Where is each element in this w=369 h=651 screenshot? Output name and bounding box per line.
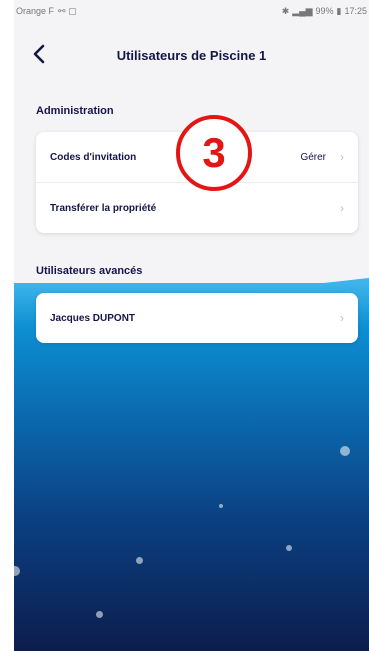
signal-icon: ▂▄▆ xyxy=(292,6,313,16)
bubble xyxy=(96,611,103,618)
bluetooth-icon: ✱ xyxy=(281,6,290,16)
page-title: Utilisateurs de Piscine 1 xyxy=(116,48,267,63)
network-icon: ⚯ ▢ xyxy=(58,6,77,16)
bubble xyxy=(219,504,223,508)
advanced-users-card: Jacques DUPONT › xyxy=(36,293,358,343)
chevron-right-icon: › xyxy=(340,150,344,164)
time-label: 17:25 xyxy=(344,6,367,16)
row-label: Transférer la propriété xyxy=(50,202,157,214)
bubble xyxy=(340,446,350,456)
annotation-badge: 3 xyxy=(176,115,252,191)
row-label: Codes d'invitation xyxy=(50,151,137,163)
user-name: Jacques DUPONT xyxy=(50,312,136,324)
battery-icon: ▮ xyxy=(336,6,342,16)
app-screen: Orange F ⚯ ▢ ✱ ▂▄▆ 99% ▮ 17:25 Utilisate… xyxy=(14,0,369,651)
chevron-right-icon: › xyxy=(340,201,344,215)
status-bar: Orange F ⚯ ▢ ✱ ▂▄▆ 99% ▮ 17:25 xyxy=(14,0,369,22)
bubble xyxy=(286,545,292,551)
manage-link[interactable]: Gérer xyxy=(300,152,326,163)
battery-label: 99% xyxy=(315,6,334,16)
carrier-label: Orange F xyxy=(16,6,55,16)
header: Utilisateurs de Piscine 1 xyxy=(14,36,369,76)
status-left: Orange F ⚯ ▢ xyxy=(16,6,77,17)
user-row[interactable]: Jacques DUPONT › xyxy=(36,293,358,343)
status-right: ✱ ▂▄▆ 99% ▮ 17:25 xyxy=(282,6,367,17)
transfer-ownership-row[interactable]: Transférer la propriété › xyxy=(36,182,358,233)
bubble xyxy=(14,566,20,576)
chevron-right-icon: › xyxy=(340,311,344,325)
section-title-administration: Administration xyxy=(36,105,114,117)
bubble xyxy=(136,557,143,564)
